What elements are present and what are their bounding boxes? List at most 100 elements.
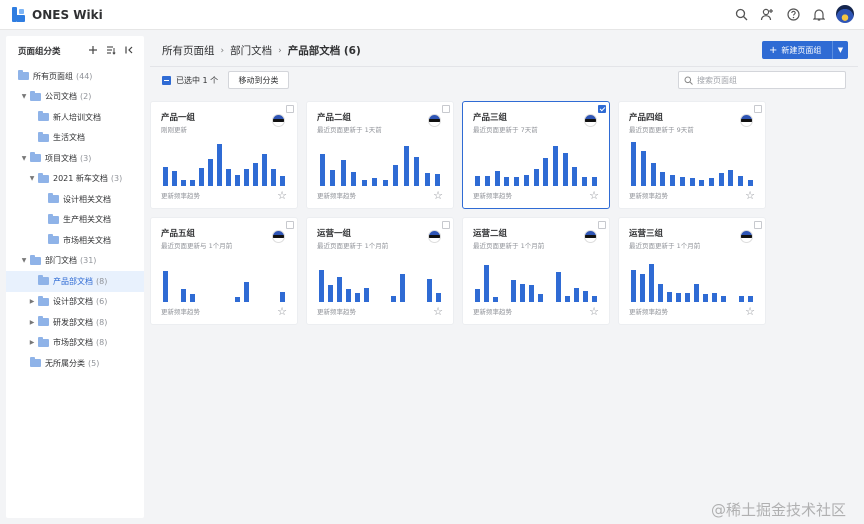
app-title[interactable]: ONES Wiki [32, 8, 103, 22]
chevron-down-icon[interactable]: ▼ [832, 41, 848, 59]
sidebar-item-count: (8) [96, 338, 108, 348]
trend-bar [514, 176, 520, 186]
search-input[interactable] [697, 75, 837, 85]
sort-icon[interactable] [106, 45, 116, 55]
card-avatar [740, 114, 753, 127]
search-icon[interactable] [732, 5, 750, 23]
page-group-card[interactable]: 产品一组 刚刚更新 更新频率趋势 ☆ [150, 101, 298, 209]
sidebar-item[interactable]: ▶ 市场部文档 (8) [6, 333, 144, 354]
card-checkbox[interactable] [442, 105, 450, 113]
move-to-category-button[interactable]: 移动到分类 [228, 71, 289, 89]
sidebar-item[interactable]: ▶ 研发部文档 (8) [6, 312, 144, 333]
add-user-icon[interactable] [758, 5, 776, 23]
sidebar-item-count: (8) [96, 317, 108, 327]
star-icon[interactable]: ☆ [589, 305, 599, 318]
caret-right-icon[interactable]: ▶ [28, 339, 36, 346]
user-avatar[interactable] [836, 5, 854, 23]
top-bar: ONES Wiki [0, 0, 864, 30]
trend-bar [372, 177, 378, 186]
sidebar-item-count: (2) [80, 92, 92, 102]
sidebar-item[interactable]: ▼ 2021 新车文档 (3) [6, 169, 144, 190]
star-icon[interactable]: ☆ [433, 189, 443, 202]
page-group-card[interactable]: 产品四组 最近页面更新于 9天前 更新频率趋势 ☆ [618, 101, 766, 209]
sidebar-item[interactable]: 设计相关文档 [6, 189, 144, 210]
card-subtitle: 最近页面更新于 1个月前 [473, 242, 545, 250]
card-checkbox[interactable] [754, 105, 762, 113]
trend-bar [190, 293, 195, 302]
trend-bar [346, 289, 351, 302]
trend-bar [523, 174, 529, 186]
sidebar-item[interactable]: 生活文档 [6, 128, 144, 149]
sidebar-item-label: 研发部文档 [53, 317, 93, 327]
card-footer: 更新频率趋势 [629, 192, 668, 200]
selected-count-text: 已选中 1 个 [176, 76, 219, 85]
plus-icon[interactable] [88, 45, 98, 55]
card-avatar [272, 230, 285, 243]
watermark: @稀土掘金技术社区 [710, 501, 846, 519]
star-icon[interactable]: ☆ [433, 305, 443, 318]
sidebar-item[interactable]: ▼ 项目文档 (3) [6, 148, 144, 169]
trend-bar [699, 179, 705, 186]
card-checkbox[interactable] [442, 221, 450, 229]
page-group-card[interactable]: 运营一组 最近页面更新于 1个月前 更新频率趋势 ☆ [306, 217, 454, 325]
sidebar-item-label: 产品部文档 [53, 276, 93, 286]
page-group-card[interactable]: 产品三组 最近页面更新于 7天前 更新频率趋势 ☆ [462, 101, 610, 209]
card-checkbox[interactable] [598, 221, 606, 229]
trend-bar [679, 176, 685, 186]
breadcrumb-item-department[interactable]: 部门文档 [230, 43, 272, 58]
new-page-group-button[interactable]: + 新建页面组 ▼ [762, 41, 848, 59]
sidebar-item[interactable]: 市场相关文档 [6, 230, 144, 251]
page-group-card[interactable]: 产品二组 最近页面更新于 1天前 更新频率趋势 ☆ [306, 101, 454, 209]
trend-bar [319, 153, 325, 186]
trend-bar [351, 172, 357, 186]
update-frequency-chart [629, 254, 755, 302]
collapse-sidebar-icon[interactable] [124, 45, 134, 55]
sidebar-item[interactable]: 无所属分类 (5) [6, 353, 144, 374]
card-checkbox[interactable] [754, 221, 762, 229]
caret-down-icon[interactable]: ▼ [28, 175, 36, 182]
star-icon[interactable]: ☆ [745, 305, 755, 318]
caret-right-icon[interactable]: ▶ [28, 319, 36, 326]
sidebar-item[interactable]: 生产相关文档 [6, 210, 144, 231]
sidebar-item[interactable]: ▼ 部门文档 (31) [6, 251, 144, 272]
trend-bar [485, 175, 491, 186]
caret-down-icon[interactable]: ▼ [20, 257, 28, 264]
trend-bar [435, 174, 441, 186]
card-checkbox[interactable] [286, 105, 294, 113]
sidebar-item[interactable]: 所有页面组 (44) [6, 66, 144, 87]
trend-bar [670, 174, 676, 186]
update-frequency-chart [473, 138, 599, 186]
card-avatar [740, 230, 753, 243]
sidebar-item[interactable]: ▼ 公司文档 (2) [6, 87, 144, 108]
sidebar-item[interactable]: ▶ 设计部文档 (6) [6, 292, 144, 313]
page-group-card[interactable]: 运营三组 最近页面更新于 1个月前 更新频率趋势 ☆ [618, 217, 766, 325]
bell-icon[interactable] [810, 5, 828, 23]
star-icon[interactable]: ☆ [745, 189, 755, 202]
breadcrumb-item-all[interactable]: 所有页面组 [162, 43, 215, 58]
trend-bar [424, 173, 430, 186]
caret-down-icon[interactable]: ▼ [20, 93, 28, 100]
trend-bar [676, 292, 681, 302]
star-icon[interactable]: ☆ [277, 189, 287, 202]
trend-bar [361, 180, 367, 186]
ones-logo-icon[interactable] [12, 7, 25, 22]
sidebar-item[interactable]: 新人培训文档 [6, 107, 144, 128]
card-checkbox[interactable] [598, 105, 606, 113]
update-frequency-chart [161, 138, 287, 186]
caret-down-icon[interactable]: ▼ [20, 155, 28, 162]
card-checkbox[interactable] [286, 221, 294, 229]
update-frequency-chart [473, 254, 599, 302]
trend-bar [649, 264, 654, 302]
star-icon[interactable]: ☆ [589, 189, 599, 202]
sidebar-item-label: 2021 新车文档 [53, 174, 108, 184]
search-box[interactable] [678, 71, 846, 89]
help-icon[interactable] [784, 5, 802, 23]
select-all-checkbox[interactable] [162, 76, 171, 85]
star-icon[interactable]: ☆ [277, 305, 287, 318]
caret-right-icon[interactable]: ▶ [28, 298, 36, 305]
page-group-card[interactable]: 运营二组 最近页面更新于 1个月前 更新频率趋势 ☆ [462, 217, 610, 325]
page-group-card[interactable]: 产品五组 最近页面更新与 1个月前 更新频率趋势 ☆ [150, 217, 298, 325]
trend-bar [660, 172, 666, 186]
sidebar-item[interactable]: 产品部文档 (8) [6, 271, 144, 292]
trend-bar [737, 175, 743, 186]
